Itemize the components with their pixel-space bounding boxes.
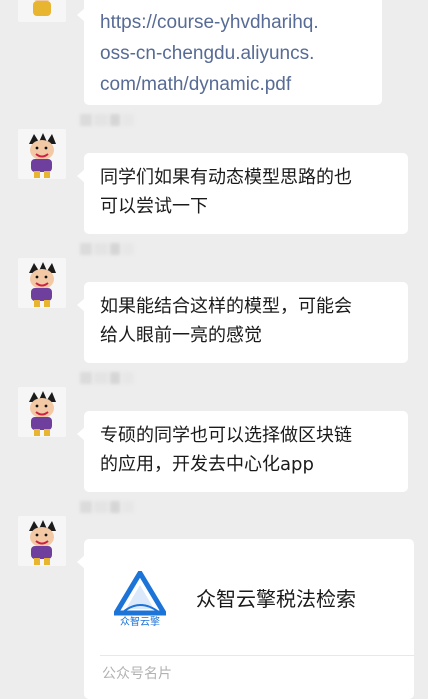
message-line: 可以尝试一下 [100, 196, 208, 217]
avatar[interactable] [18, 129, 66, 179]
message-line: 的应用，开发去中心化app [100, 454, 314, 475]
link-line-2[interactable]: oss-cn-chengdu.aliyuncs. [100, 38, 366, 69]
logo-text: 众智云擎 [120, 615, 160, 627]
message-bubble-link[interactable]: https://course-yhvdharihq. oss-cn-chengd… [77, 0, 382, 105]
triangle-logo-icon: 众智云擎 [111, 568, 169, 628]
official-account-card[interactable]: 众智云擎 众智云擎税法检索 公众号名片 [77, 539, 414, 699]
card-footer-label: 公众号名片 [102, 666, 172, 682]
sender-name-redacted [80, 372, 134, 392]
message-line: 专硕的同学也可以选择做区块链 [100, 425, 352, 446]
message-line: 给人眼前一亮的感觉 [100, 325, 262, 346]
sender-name-redacted [80, 114, 134, 134]
sender-name-redacted [80, 501, 134, 521]
message-bubble-text[interactable]: 同学们如果有动态模型思路的也 可以尝试一下 [77, 153, 408, 234]
message-line: 同学们如果有动态模型思路的也 [100, 167, 352, 188]
message-line: 如果能结合这样的模型，可能会 [100, 296, 352, 317]
avatar[interactable] [18, 0, 66, 22]
sender-name-redacted [80, 243, 134, 263]
avatar[interactable] [18, 387, 66, 437]
message-bubble-text[interactable]: 专硕的同学也可以选择做区块链 的应用，开发去中心化app [77, 411, 408, 492]
card-title[interactable]: 众智云擎税法检索 [196, 583, 356, 612]
message-bubble-text[interactable]: 如果能结合这样的模型，可能会 给人眼前一亮的感觉 [77, 282, 408, 363]
link-line-1[interactable]: https://course-yhvdharihq. [100, 7, 366, 38]
avatar[interactable] [18, 516, 66, 566]
card-divider [100, 655, 414, 656]
link-line-3[interactable]: com/math/dynamic.pdf [100, 69, 366, 100]
avatar[interactable] [18, 258, 66, 308]
